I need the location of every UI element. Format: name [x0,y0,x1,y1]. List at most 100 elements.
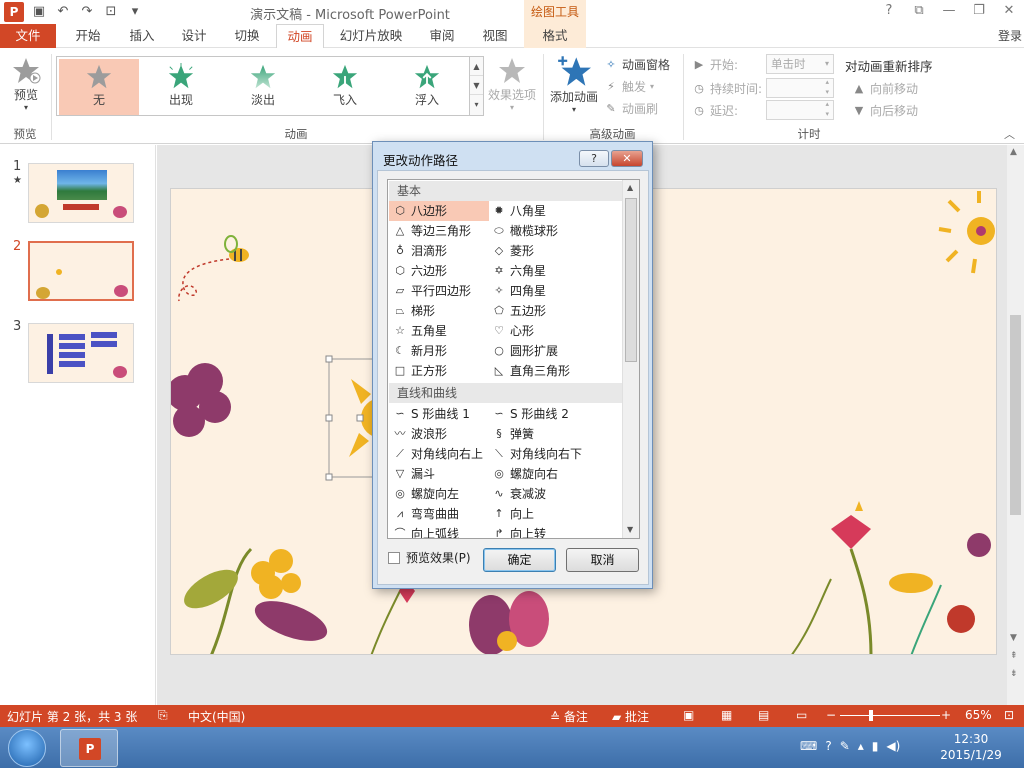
zoom-in-icon[interactable]: + [941,708,951,722]
scroll-down-icon[interactable]: ▼ [1010,633,1017,643]
animation-none[interactable]: 无 [59,59,139,115]
taskbar-powerpoint[interactable]: P [60,729,118,767]
gallery-up-icon[interactable]: ▲ [470,57,483,76]
path-item[interactable]: ↑ 向上 [492,504,534,524]
list-scroll-down-icon[interactable]: ▼ [627,525,633,534]
animation-fade[interactable]: 淡出 [223,59,303,115]
animation-float-in[interactable]: 浮入 [387,59,467,115]
keyboard-icon[interactable]: ⌨ [800,739,817,753]
slide-thumbnail-3[interactable] [28,323,134,383]
path-item[interactable]: ♡ 心形 [492,321,534,341]
path-item[interactable]: ⬠ 五边形 [492,301,546,321]
list-scroll-up-icon[interactable]: ▲ [627,183,633,192]
path-item[interactable]: § 弹簧 [492,424,534,444]
ribbon-display-icon[interactable]: ⧉ [904,0,934,24]
path-item[interactable]: ◎ 螺旋向右 [492,464,558,484]
path-item[interactable]: ◇ 菱形 [492,241,534,261]
delay-spinner[interactable]: ▴ ▾ [766,100,834,120]
notes-button[interactable]: ≙ 备注 [550,708,588,725]
path-item[interactable]: ⟍ 对角线向右下 [492,444,582,464]
ok-button[interactable]: 确定 [483,548,556,572]
tab-design[interactable]: 设计 [170,24,218,48]
checkbox-box[interactable] [388,551,400,564]
tab-animations[interactable]: 动画 [276,24,324,49]
path-item[interactable]: ∿ 衰减波 [492,484,546,504]
next-slide-icon[interactable]: ⇟ [1010,669,1018,679]
animation-fly-in[interactable]: 飞入 [305,59,385,115]
slide-thumbnail-1[interactable] [28,163,134,223]
language-status[interactable]: 中文(中国) [188,708,245,725]
tab-review[interactable]: 审阅 [418,24,466,48]
minimize-icon[interactable]: — [934,0,964,24]
effect-options-button[interactable]: 效果选项 ▾ [486,56,538,112]
slide-show-icon[interactable]: ▭ [796,708,807,722]
zoom-level[interactable]: 65% [965,708,992,722]
preview-button[interactable]: 预览 ▾ [6,56,46,112]
collapse-ribbon-icon[interactable]: ︿ [1004,126,1015,142]
clock[interactable]: 12:30 2015/1/29 [938,731,1004,763]
gallery-more-icon[interactable]: ▾ [470,95,483,114]
move-earlier-button[interactable]: ▲ 向前移动 [852,80,918,97]
slide-sorter-icon[interactable]: ▦ [721,708,732,722]
sign-in-link[interactable]: 登录 [998,24,1022,48]
add-animation-button[interactable]: 添加动画 ▾ [546,54,602,114]
path-item[interactable]: ♁ 泪滴形 [393,241,447,261]
path-item[interactable]: ⌒ 向上弧线 [393,524,460,538]
close-icon[interactable]: ✕ [994,0,1024,24]
slide-thumbnail-2[interactable] [28,241,134,301]
volume-icon[interactable]: ◀) [886,739,900,753]
path-item[interactable]: ∽ S 形曲线 1 [393,404,470,424]
gallery-scroll[interactable]: ▲ ▼ ▾ [470,56,484,116]
path-item[interactable]: 〰波浪形 [393,424,448,444]
path-item[interactable]: ▽ 漏斗 [393,464,435,484]
list-scroll-thumb[interactable] [625,198,637,362]
spell-check-icon[interactable]: ⎘ [158,708,168,723]
scroll-up-icon[interactable]: ▲ [1010,147,1017,157]
network-icon[interactable]: ▮ [872,739,879,753]
start-select[interactable]: 单击时 ▾ [766,54,834,74]
fit-to-window-icon[interactable]: ⊡ [1004,708,1014,722]
duration-spinner[interactable]: ▴ ▾ [766,78,834,98]
path-item[interactable]: ○ 圆形扩展 [492,341,558,361]
path-item[interactable]: ⩘ 弯弯曲曲 [393,504,459,524]
help-icon[interactable]: ? [874,0,904,24]
gallery-down-icon[interactable]: ▼ [470,76,483,95]
input-method-icon[interactable]: ✎ [840,739,850,753]
path-item[interactable]: ☾ 新月形 [393,341,447,361]
normal-view-icon[interactable]: ▣ [683,708,694,722]
path-item[interactable]: ⬭ 橄榄球形 [492,221,558,241]
path-item[interactable]: ✹ 八角星 [492,201,546,221]
animation-painter-button[interactable]: ✎ 动画刷 [604,100,658,117]
previous-slide-icon[interactable]: ⇞ [1010,651,1018,661]
path-item[interactable]: ✡ 六角星 [492,261,546,281]
tab-file[interactable]: 文件 [0,24,56,48]
path-item[interactable]: ✧ 四角星 [492,281,546,301]
animation-appear[interactable]: 出现 [141,59,221,115]
animation-pane-button[interactable]: ✧ 动画窗格 [604,56,670,73]
motion-path-list[interactable]: 基本 ⬡ 八边形 ✹ 八角星 △ 等边三角形 ⬭ 橄榄球形 ♁ 泪滴形 ◇ 菱形 ⬡ 六边形 … [387,179,640,539]
comments-button[interactable]: ▰ 批注 [612,708,649,725]
tab-slide-show[interactable]: 幻灯片放映 [333,24,409,48]
cancel-button[interactable]: 取消 [566,548,639,572]
tab-transitions[interactable]: 切换 [223,24,271,48]
tab-view[interactable]: 视图 [471,24,519,48]
path-item[interactable]: ▱ 平行四边形 [393,281,471,301]
preview-effect-checkbox[interactable]: 预览效果(P) [388,549,471,566]
path-item[interactable]: ⬡ 六边形 [393,261,447,281]
zoom-slider-thumb[interactable] [868,710,873,721]
help-tray-icon[interactable]: ? [825,739,831,753]
path-item[interactable]: △ 等边三角形 [393,221,471,241]
zoom-out-icon[interactable]: − [826,708,836,722]
path-item[interactable]: ◎ 螺旋向左 [393,484,459,504]
tab-home[interactable]: 开始 [64,24,112,48]
dialog-close-button[interactable]: ✕ [611,150,643,167]
restore-icon[interactable]: ❐ [964,0,994,24]
tab-format[interactable]: 格式 [524,24,586,48]
editing-vertical-scrollbar[interactable]: ▲ ▼ ⇞ ⇟ [1007,145,1024,705]
path-item[interactable]: ☆ 五角星 [393,321,447,341]
move-later-button[interactable]: ▼ 向后移动 [852,102,918,119]
tab-insert[interactable]: 插入 [118,24,166,48]
path-item[interactable]: ⬡ 八边形 [389,201,489,221]
trigger-button[interactable]: ⚡ 触发 ▾ [604,78,654,95]
start-button-icon[interactable] [8,729,46,767]
